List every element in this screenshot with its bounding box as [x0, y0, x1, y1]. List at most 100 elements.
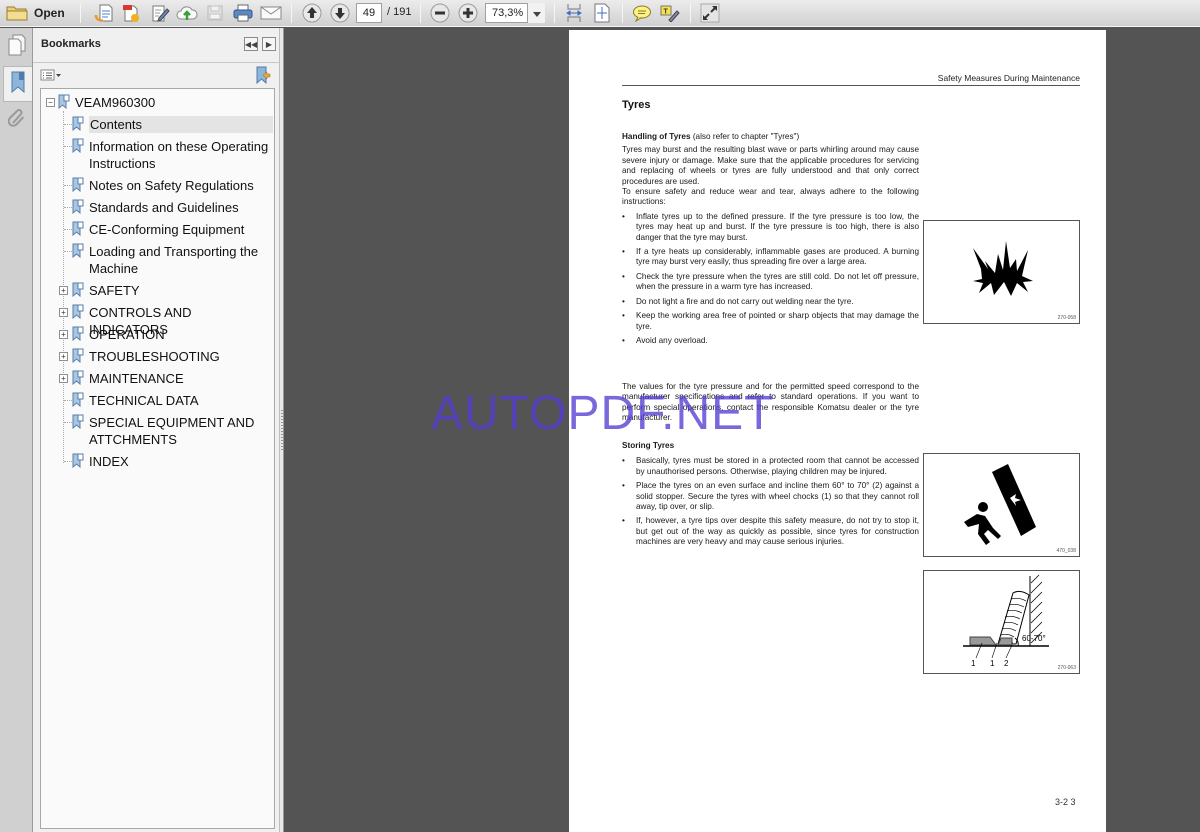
closing-paragraph: The values for the tyre pressure and for…: [622, 382, 919, 423]
expand-toggle-icon[interactable]: +: [59, 330, 68, 339]
expand-toggle-icon[interactable]: +: [59, 374, 68, 383]
bookmark-label: MAINTENANCE: [89, 371, 184, 386]
bullet-item: Basically, tyres must be stored in a pro…: [622, 456, 919, 477]
upload-cloud-button[interactable]: [175, 2, 199, 24]
header-rule: [622, 85, 1080, 86]
paperclip-icon: [7, 107, 26, 134]
bookmark-icon: [58, 94, 70, 113]
email-button[interactable]: [258, 2, 284, 24]
expand-toggle-icon[interactable]: +: [59, 352, 68, 361]
bookmark-label: CE-Conforming Equipment: [89, 222, 245, 237]
arrow-up-circle-icon: [302, 3, 322, 23]
page-thumbnails-button[interactable]: [2, 31, 31, 64]
tyre-storage-diagram: 60-70° 1 1 2: [963, 574, 1049, 668]
bullet-item: If a tyre heats up considerably, inflamm…: [622, 247, 919, 268]
bookmark-icon: [72, 326, 84, 345]
figure-id: 470_038: [1056, 548, 1076, 554]
highlight-text-button[interactable]: T: [658, 2, 682, 24]
intro-paragraph-2: To ensure safety and reduce wear and tea…: [622, 187, 919, 207]
storing-bullets: Basically, tyres must be stored in a pro…: [622, 456, 919, 547]
storing-tyres-heading: Storing Tyres: [622, 441, 675, 450]
save-button[interactable]: [203, 2, 227, 24]
bookmark-label: SPECIAL EQUIPMENT AND ATTCHMENTS: [89, 415, 255, 447]
zoom-in-button[interactable]: [456, 2, 480, 24]
collapse-panel-button[interactable]: ◀◀: [244, 37, 258, 51]
bookmark-label: TROUBLESHOOTING: [89, 349, 220, 364]
bookmark-options-button[interactable]: [39, 66, 63, 84]
navigation-pane-strip: [0, 28, 33, 832]
storing-tyres-block: Storing Tyres Basically, tyres must be s…: [622, 441, 919, 552]
tree-guide-line: [64, 229, 72, 230]
bookmark-ribbon-icon: [10, 71, 26, 98]
open-button[interactable]: Open: [6, 2, 68, 24]
fit-page-icon: [593, 3, 611, 23]
minus-circle-icon: [430, 3, 450, 23]
bookmark-label: Standards and Guidelines: [89, 200, 239, 215]
page-number: 3-2 3: [1055, 797, 1076, 807]
bullet-item: Keep the working area free of pointed or…: [622, 311, 919, 332]
sign-button[interactable]: [148, 2, 172, 24]
export-pdf-button[interactable]: [119, 2, 143, 24]
next-page-button[interactable]: [328, 2, 352, 24]
figure-explosion: 270-058: [923, 220, 1080, 324]
panel-menu-button[interactable]: ▶: [262, 37, 276, 51]
figure-falling-tyre: 470_038: [923, 453, 1080, 557]
figure-tyre-storage: 60-70° 1 1 2 270-063: [923, 570, 1080, 674]
separator: [291, 3, 292, 23]
fit-width-button[interactable]: [562, 2, 586, 24]
bookmarks-tab-button[interactable]: [3, 66, 32, 102]
expand-toggle-icon[interactable]: +: [59, 308, 68, 317]
tree-guide-line: [64, 251, 72, 252]
create-pdf-icon: [94, 3, 114, 23]
comment-button[interactable]: [630, 2, 654, 24]
bookmark-icon: [72, 221, 84, 240]
zoom-dropdown-button[interactable]: [527, 3, 545, 23]
cloud-upload-icon: [176, 4, 198, 22]
separator: [690, 3, 691, 23]
page-number-input[interactable]: 49: [356, 3, 382, 23]
save-disk-icon: [206, 4, 224, 22]
zoom-out-button[interactable]: [428, 2, 452, 24]
options-list-icon: [40, 69, 62, 81]
separator: [420, 3, 421, 23]
explosion-icon: [973, 241, 1033, 296]
tree-guide-line: [64, 461, 72, 462]
splitter-grip[interactable]: [281, 410, 284, 450]
panel-title: Bookmarks: [41, 38, 101, 50]
bookmark-label: Loading and Transporting the Machine: [89, 244, 259, 276]
bookmark-label: Notes on Safety Regulations: [89, 178, 254, 193]
full-screen-button[interactable]: [698, 2, 722, 24]
tree-guide-line: [64, 185, 72, 186]
handling-tyres-heading: Handling of Tyres: [622, 132, 691, 141]
edit-sign-icon: [150, 3, 170, 23]
attachments-button[interactable]: [2, 104, 31, 137]
create-pdf-button[interactable]: [92, 2, 116, 24]
handling-bullets: Inflate tyres up to the defined pressure…: [622, 212, 919, 347]
bullet-item: Inflate tyres up to the defined pressure…: [622, 212, 919, 243]
previous-page-button[interactable]: [300, 2, 324, 24]
running-header: Safety Measures During Maintenance: [937, 73, 1080, 83]
bullet-item: Place the tyres on an even surface and i…: [622, 481, 919, 512]
collapse-toggle-icon[interactable]: −: [46, 98, 55, 107]
bookmark-icon: [72, 348, 84, 367]
page-total: / 191: [387, 6, 412, 18]
bookmark-label: VEAM960300: [75, 95, 156, 110]
bookmark-label: OPERATION: [89, 327, 165, 342]
new-bookmark-button[interactable]: [253, 66, 273, 84]
folder-icon: [6, 4, 28, 22]
expand-toggle-icon[interactable]: +: [59, 286, 68, 295]
chevron-down-icon: [532, 4, 541, 22]
angle-label: 60-70°: [1022, 634, 1046, 643]
bookmark-label: SAFETY: [89, 283, 140, 298]
printer-icon: [232, 3, 254, 23]
print-button[interactable]: [231, 2, 255, 24]
bookmark-icon: [72, 414, 84, 433]
fit-page-button[interactable]: [590, 2, 614, 24]
bookmark-icon: [72, 116, 84, 135]
bookmark-label: Information on these Operating Instructi…: [89, 139, 269, 171]
bookmark-label: TECHNICAL DATA: [89, 393, 199, 408]
callout-label: 1: [971, 659, 976, 668]
bullet-item: Check the tyre pressure when the tyres a…: [622, 272, 919, 293]
expand-arrows-icon: [700, 3, 720, 23]
handling-tyres-block: Handling of Tyres (also refer to chapter…: [622, 132, 919, 350]
